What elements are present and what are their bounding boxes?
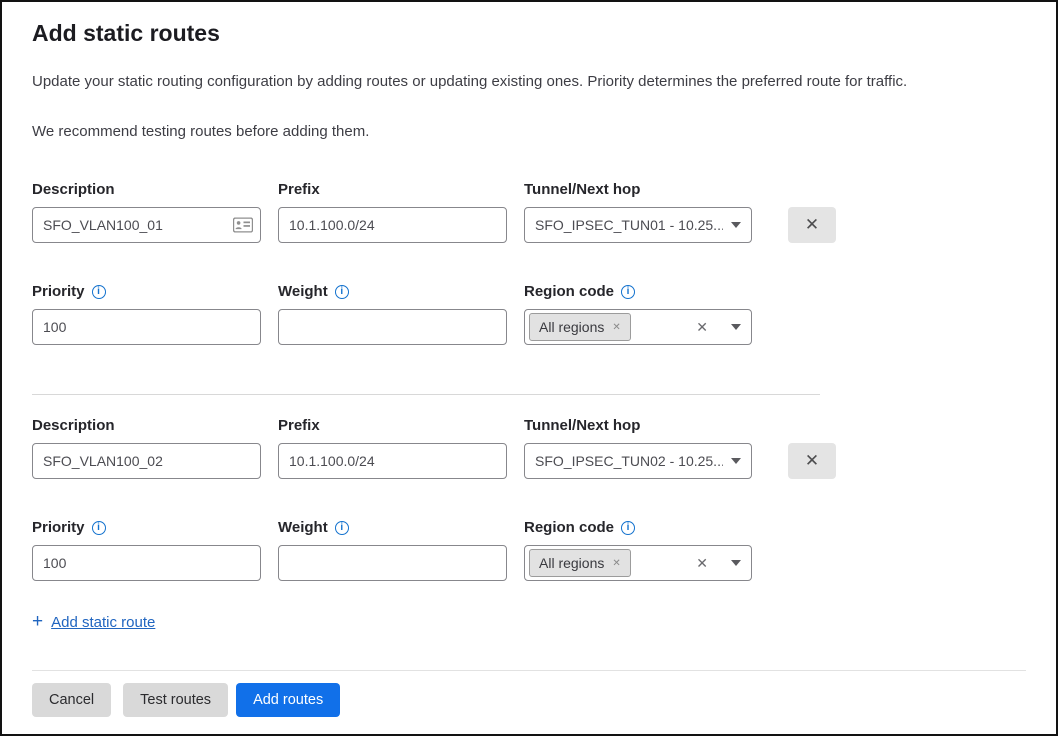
close-icon: ✕ — [805, 215, 819, 235]
route-1-options-row: Priority i Weight i Region code i — [32, 282, 1026, 345]
add-static-routes-dialog: Add static routes Update your static rou… — [2, 2, 1056, 717]
dialog-description: Update your static routing configuration… — [32, 72, 1026, 92]
cancel-button[interactable]: Cancel — [32, 683, 111, 717]
tunnel-label-text: Tunnel/Next hop — [524, 416, 640, 435]
info-icon[interactable]: i — [335, 521, 349, 535]
weight-label: Weight i — [278, 518, 507, 537]
tunnel-field: Tunnel/Next hop SFO_IPSEC_TUN02 - 10.25.… — [524, 416, 752, 479]
region-code-label-text: Region code — [524, 282, 614, 301]
weight-input[interactable] — [278, 309, 507, 345]
description-field: Description — [32, 180, 261, 243]
weight-label-text: Weight — [278, 282, 328, 301]
tunnel-select-value: SFO_IPSEC_TUN01 - 10.25... — [535, 217, 723, 233]
route-block-2: Description Prefix Tunnel/Next hop SFO_I… — [32, 416, 1026, 581]
region-tag-chip: All regions ✕ — [529, 549, 631, 577]
prefix-input[interactable] — [278, 207, 507, 243]
weight-input[interactable] — [278, 545, 507, 581]
info-icon[interactable]: i — [92, 521, 106, 535]
info-icon[interactable]: i — [621, 285, 635, 299]
dialog-note: We recommend testing routes before addin… — [32, 122, 1026, 142]
region-code-field: Region code i All regions ✕ ✕ — [524, 518, 752, 581]
description-label-text: Description — [32, 416, 115, 435]
remove-route-button[interactable]: ✕ — [788, 443, 836, 479]
prefix-field: Prefix — [278, 416, 507, 479]
priority-input[interactable] — [32, 309, 261, 345]
chevron-down-icon[interactable] — [731, 324, 741, 330]
dialog-footer: Cancel Test routes Add routes — [32, 670, 1026, 717]
add-static-route-row: + Add static route — [32, 611, 1026, 633]
remove-tag-icon[interactable]: ✕ — [612, 322, 620, 333]
description-label: Description — [32, 416, 261, 435]
priority-label: Priority i — [32, 518, 261, 537]
tunnel-select[interactable]: SFO_IPSEC_TUN01 - 10.25... — [524, 207, 752, 243]
tunnel-label-text: Tunnel/Next hop — [524, 180, 640, 199]
tunnel-field: Tunnel/Next hop SFO_IPSEC_TUN01 - 10.25.… — [524, 180, 752, 243]
route-block-1: Description — [32, 180, 1026, 345]
tunnel-select[interactable]: SFO_IPSEC_TUN02 - 10.25... — [524, 443, 752, 479]
prefix-label: Prefix — [278, 180, 507, 199]
priority-label-text: Priority — [32, 282, 85, 301]
region-tag-chip: All regions ✕ — [529, 313, 631, 341]
region-tag-label: All regions — [539, 555, 604, 571]
test-routes-button[interactable]: Test routes — [123, 683, 228, 717]
description-label: Description — [32, 180, 261, 199]
region-code-field: Region code i All regions ✕ ✕ — [524, 282, 752, 345]
chevron-down-icon — [731, 458, 741, 464]
description-label-text: Description — [32, 180, 115, 199]
prefix-input[interactable] — [278, 443, 507, 479]
description-field: Description — [32, 416, 261, 479]
priority-field: Priority i — [32, 518, 261, 581]
chevron-down-icon — [731, 222, 741, 228]
route-2-main-row: Description Prefix Tunnel/Next hop SFO_I… — [32, 416, 1026, 479]
priority-label: Priority i — [32, 282, 261, 301]
clear-icon[interactable]: ✕ — [696, 319, 708, 336]
region-tag-label: All regions — [539, 319, 604, 335]
prefix-label: Prefix — [278, 416, 507, 435]
route-2-options-row: Priority i Weight i Region code i — [32, 518, 1026, 581]
route-1-main-row: Description — [32, 180, 1026, 243]
remove-route-button[interactable]: ✕ — [788, 207, 836, 243]
region-code-select[interactable]: All regions ✕ ✕ — [524, 309, 752, 345]
prefix-label-text: Prefix — [278, 416, 320, 435]
weight-field: Weight i — [278, 282, 507, 345]
close-icon: ✕ — [805, 451, 819, 471]
clear-icon[interactable]: ✕ — [696, 555, 708, 572]
prefix-field: Prefix — [278, 180, 507, 243]
remove-tag-icon[interactable]: ✕ — [612, 558, 620, 569]
description-input[interactable] — [32, 207, 261, 243]
page-title: Add static routes — [32, 18, 1026, 48]
info-icon[interactable]: i — [621, 521, 635, 535]
weight-label-text: Weight — [278, 518, 328, 537]
weight-field: Weight i — [278, 518, 507, 581]
info-icon[interactable]: i — [335, 285, 349, 299]
region-code-label: Region code i — [524, 282, 752, 301]
chevron-down-icon[interactable] — [731, 560, 741, 566]
contact-card-icon[interactable] — [233, 218, 253, 233]
priority-label-text: Priority — [32, 518, 85, 537]
weight-label: Weight i — [278, 282, 507, 301]
tunnel-label: Tunnel/Next hop — [524, 180, 752, 199]
plus-icon: + — [32, 611, 43, 633]
region-code-select[interactable]: All regions ✕ ✕ — [524, 545, 752, 581]
add-static-route-link[interactable]: Add static route — [51, 614, 155, 631]
info-icon[interactable]: i — [92, 285, 106, 299]
tunnel-label: Tunnel/Next hop — [524, 416, 752, 435]
add-routes-button[interactable]: Add routes — [236, 683, 340, 717]
prefix-label-text: Prefix — [278, 180, 320, 199]
route-divider — [32, 394, 820, 395]
region-code-label-text: Region code — [524, 518, 614, 537]
priority-input[interactable] — [32, 545, 261, 581]
region-code-label: Region code i — [524, 518, 752, 537]
tunnel-select-value: SFO_IPSEC_TUN02 - 10.25... — [535, 453, 723, 469]
priority-field: Priority i — [32, 282, 261, 345]
description-input[interactable] — [32, 443, 261, 479]
